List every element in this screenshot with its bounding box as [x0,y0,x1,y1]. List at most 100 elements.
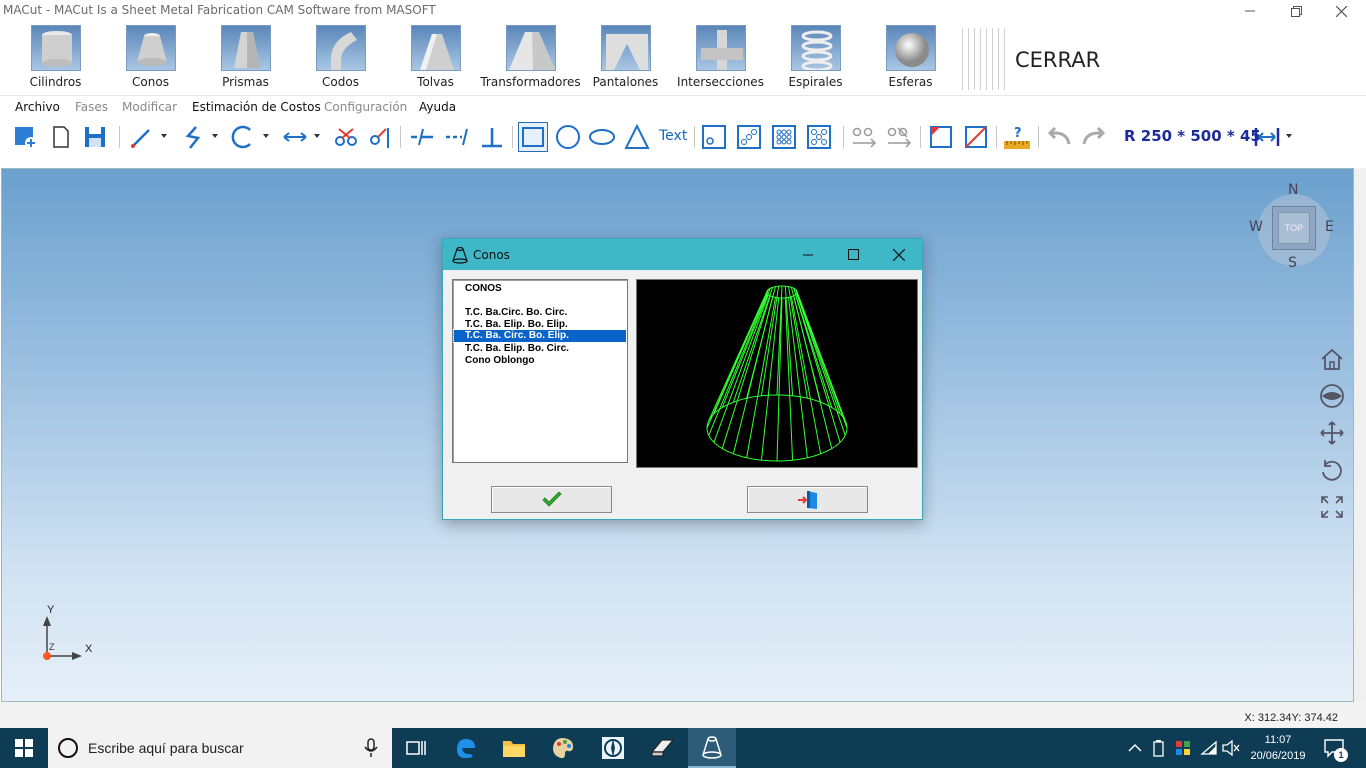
save-button[interactable] [80,122,110,152]
view-navcube[interactable]: TOP N S E W [1249,182,1334,271]
ribbon-cilindros[interactable]: Cilindros [8,25,103,93]
erase-region-button[interactable] [961,122,991,152]
taskbar-search[interactable]: Escribe aquí para buscar [48,728,392,768]
menu-modificar[interactable]: Modificar [122,100,177,114]
chevron-down-icon[interactable] [161,134,167,138]
notification-center-button[interactable]: 1 [1318,736,1354,762]
dashed-line-button[interactable] [442,122,472,152]
start-button[interactable] [0,728,48,768]
chevron-down-icon[interactable] [263,134,269,138]
help-measure-button[interactable]: ? [1002,122,1032,152]
dialog-title-bar[interactable]: Conos [443,239,922,270]
taskbar-paint[interactable] [539,728,587,768]
close-window-button[interactable] [1318,0,1364,22]
ribbon-esferas[interactable]: Esferas [863,25,958,93]
list-item[interactable]: T.C. Ba. Elip. Bo. Circ. [454,343,626,355]
restore-button[interactable] [1273,0,1319,22]
ribbon-prismas[interactable]: Prismas [198,25,293,93]
battery-icon[interactable] [1152,739,1166,757]
rectangle-tool-button[interactable] [518,122,548,152]
ribbon-transformadores[interactable]: Transformadores [480,25,581,93]
taskbar-app-compass[interactable] [589,728,637,768]
chevron-down-icon[interactable] [212,134,218,138]
polyline-tool-button[interactable] [178,122,208,152]
chevron-down-icon[interactable] [314,134,320,138]
taskbar-edge[interactable] [441,728,489,768]
cone-generator-line [721,295,771,449]
new-file-button[interactable] [45,122,75,152]
undo-button[interactable] [1044,122,1074,152]
chevron-up-icon[interactable] [1128,743,1142,753]
text-tool-button[interactable]: Text [659,128,687,144]
select-region-button[interactable] [926,122,956,152]
ribbon-codos[interactable]: Codos [293,25,388,93]
navcube-top-face[interactable]: TOP [1272,206,1316,250]
fit-width-button[interactable] [1252,122,1282,152]
single-hole-button[interactable] [699,122,729,152]
exit-button[interactable] [747,486,868,513]
perpendicular-button[interactable] [477,122,507,152]
array-copy-button[interactable] [850,122,880,152]
redo-icon [1082,126,1106,145]
minimize-icon [803,254,813,255]
pan-button[interactable] [1316,418,1348,448]
cone-generator-line [708,290,768,421]
menu-estimacion-costos[interactable]: Estimación de Costos [192,100,321,114]
list-item[interactable]: T.C. Ba.Circ. Bo. Circ. [454,307,626,319]
menu-configuracion[interactable]: Configuración [324,100,407,114]
dialog-close-button[interactable] [876,239,922,270]
menu-fases[interactable]: Fases [75,100,108,114]
line-tool-button[interactable] [127,122,157,152]
circle-tool-button[interactable] [553,122,583,152]
perpendicular-cut-button[interactable] [407,122,437,152]
search-placeholder: Escribe aquí para buscar [88,740,244,756]
menu-archivo[interactable]: Archivo [15,100,60,114]
menu-ayuda[interactable]: Ayuda [419,100,456,114]
dialog-maximize-button[interactable] [830,239,876,270]
triangle-tool-button[interactable] [622,122,652,152]
arc-tool-button[interactable] [228,122,258,152]
pattern-holes-button[interactable] [804,122,834,152]
trim-tool-button[interactable] [364,122,394,152]
ribbon-pantalones[interactable]: Pantalones [578,25,673,93]
new-drawing-button[interactable] [10,122,40,152]
accept-button[interactable] [491,486,612,513]
look-view-button[interactable] [1316,381,1348,411]
redo-button[interactable] [1079,122,1109,152]
exit-door-icon [797,490,817,509]
list-item-selected[interactable]: T.C. Ba. Circ. Bo. Elip. [453,329,627,343]
task-view-button[interactable] [392,728,440,768]
home-view-button[interactable] [1316,344,1348,374]
security-shield-icon[interactable] [1175,740,1191,756]
home-icon [1321,348,1343,370]
ribbon-conos[interactable]: Conos [103,25,198,93]
rotate-button[interactable] [1316,455,1348,485]
taskbar-app-eraser[interactable] [638,728,686,768]
axis-indicator: Y X Z [36,604,106,668]
ribbon-tolvas[interactable]: Tolvas [388,25,483,93]
volume-muted-icon[interactable] [1222,740,1240,756]
dialog-minimize-button[interactable] [785,239,831,270]
cone-type-list[interactable]: CONOS T.C. Ba.Circ. Bo. Circ. T.C. Ba. E… [452,279,628,463]
microphone-icon [364,738,378,757]
minimize-button[interactable] [1227,0,1273,22]
array-move-button[interactable] [885,122,915,152]
chevron-down-icon[interactable] [1286,134,1292,138]
file-icon [53,126,69,148]
list-item[interactable]: Cono Oblongo [454,355,626,367]
wifi-icon[interactable] [1200,740,1218,756]
diagonal-holes-button[interactable] [734,122,764,152]
measure-tool-button[interactable] [280,122,310,152]
system-clock[interactable]: 11:07 20/06/2019 [1246,732,1310,764]
grid-holes-button[interactable] [769,122,799,152]
taskbar-macut[interactable] [688,728,736,768]
ribbon-intersecciones[interactable]: Intersecciones [673,25,768,93]
ellipse-tool-button[interactable] [587,122,617,152]
vertical-scrollbar[interactable] [1354,168,1366,702]
save-icon [85,127,105,147]
taskbar-explorer[interactable] [490,728,538,768]
zoom-extents-button[interactable] [1316,492,1348,522]
cut-tool-button[interactable] [331,122,361,152]
cerrar-button[interactable]: CERRAR [1015,48,1100,72]
ribbon-espirales[interactable]: Espirales [768,25,863,93]
